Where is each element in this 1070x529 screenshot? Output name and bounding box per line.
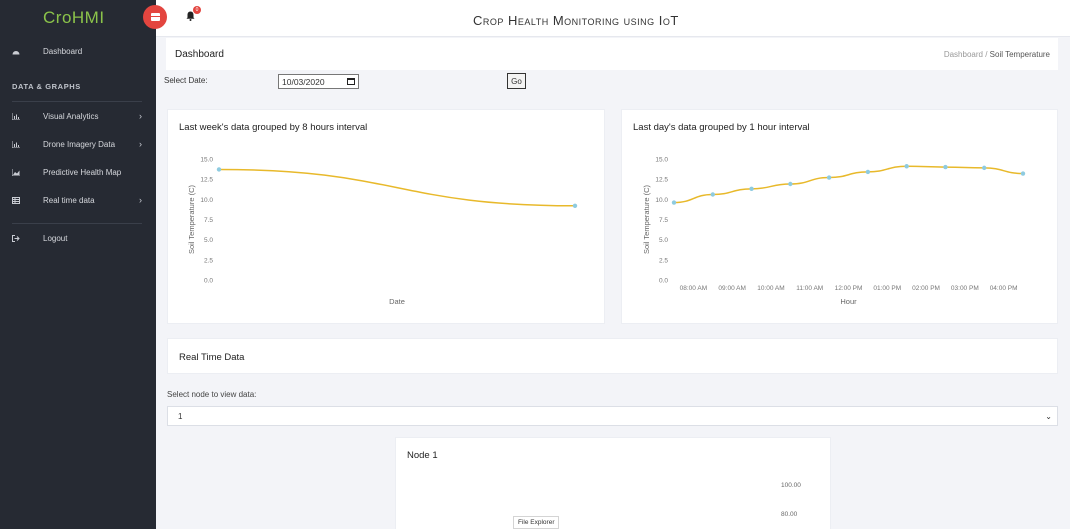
calendar-icon[interactable]: [347, 78, 355, 85]
y-tick-label: 10.0: [655, 197, 668, 204]
x-tick-label: 08:00 AM: [680, 285, 707, 292]
chevron-right-icon: ›: [139, 111, 142, 121]
data-point: [982, 165, 987, 171]
sidebar-item-label: Predictive Health Map: [43, 167, 122, 177]
data-point: [943, 164, 948, 170]
app-title: Crop Health Monitoring using IoT: [473, 13, 679, 28]
dashboard-icon: [0, 48, 30, 55]
series-line: [218, 168, 576, 207]
y-tick-label: 0.0: [659, 278, 668, 285]
chevron-down-icon: ⌄: [1045, 412, 1052, 421]
y-tick-label: 5.0: [659, 237, 668, 244]
logout-icon: [0, 234, 30, 242]
x-tick-label: 03:00 PM: [951, 285, 979, 292]
real-time-data-title: Real Time Data: [179, 352, 245, 363]
page-title: Dashboard: [175, 49, 224, 60]
date-value: 10/03/2020: [282, 76, 325, 87]
node-select[interactable]: 1 ⌄: [167, 406, 1058, 426]
sidebar-item-label: Real time data: [43, 195, 95, 205]
data-point: [865, 169, 871, 175]
data-point: [826, 175, 832, 180]
data-point: [710, 192, 715, 197]
daily-chart-card: Last day's data grouped by 1 hour interv…: [621, 109, 1058, 324]
x-tick-label: 01:00 PM: [873, 285, 901, 292]
x-axis-label: Date: [389, 297, 405, 306]
date-input[interactable]: 10/03/2020: [278, 74, 359, 89]
y-axis-label: Soil Temperature (C): [187, 184, 196, 254]
y-tick-label: 10.0: [200, 197, 213, 204]
data-point: [904, 164, 909, 169]
data-point: [749, 186, 754, 192]
chart-icon: [0, 140, 30, 148]
brand-logo: CroHMI: [43, 7, 105, 27]
go-button[interactable]: Go: [507, 73, 526, 89]
real-time-data-card: Real Time Data: [167, 338, 1058, 374]
sidebar-section-heading: DATA & GRAPHS: [12, 82, 81, 91]
y-tick-label: 12.5: [200, 177, 213, 184]
y-tick-label: 5.0: [204, 237, 213, 244]
data-point: [788, 181, 793, 187]
sidebar-item-visual-analytics[interactable]: Visual Analytics ›: [0, 108, 142, 124]
sidebar-divider: [12, 101, 142, 102]
x-tick-label: 10:00 AM: [757, 285, 784, 292]
breadcrumb-current: Soil Temperature: [989, 50, 1050, 59]
node-title: Node 1: [407, 450, 438, 461]
data-point: [671, 200, 677, 205]
node-select-label: Select node to view data:: [167, 390, 257, 399]
page-header: Dashboard Dashboard / Soil Temperature: [166, 38, 1058, 70]
select-date-label: Select Date:: [164, 76, 208, 85]
y-tick-label: 15.0: [655, 157, 668, 164]
y-tick-label: 2.5: [659, 257, 668, 264]
weekly-chart-card: Last week's data grouped by 8 hours inte…: [167, 109, 605, 324]
chevron-right-icon: ›: [139, 139, 142, 149]
x-axis-label: Hour: [840, 297, 857, 306]
chart-icon: [0, 112, 30, 120]
y-tick-label: 15.0: [200, 157, 213, 164]
chevron-right-icon: ›: [139, 195, 142, 205]
breadcrumb-separator: /: [985, 50, 988, 59]
x-tick-label: 04:00 PM: [990, 285, 1018, 292]
sidebar-item-label: Dashboard: [43, 46, 83, 56]
table-icon: [0, 196, 30, 204]
node-chart-card: Node 1 100.00 80.00: [395, 437, 831, 529]
data-point: [572, 203, 578, 208]
x-tick-label: 02:00 PM: [912, 285, 940, 292]
file-explorer-tooltip: File Explorer: [513, 516, 560, 529]
weekly-soil-temperature-chart: 15.0 12.5 10.0 7.5 5.0 2.5 0.0 Soil Temperature…: [187, 157, 578, 306]
menu-toggle-button[interactable]: [143, 5, 167, 29]
notification-count-badge: 0: [193, 6, 201, 14]
breadcrumb: Dashboard / Soil Temperature: [944, 50, 1050, 59]
menu-icon: [150, 13, 160, 21]
sidebar-item-predictive-health-map[interactable]: Predictive Health Map: [0, 164, 142, 180]
x-tick-label: 11:00 AM: [796, 285, 823, 292]
x-tick-label: 12:00 PM: [835, 285, 863, 292]
x-tick-label: 09:00 AM: [718, 285, 745, 292]
y-tick-label: 0.0: [204, 278, 213, 285]
y-axis-label: Soil Temperature (C): [642, 184, 651, 254]
sidebar-item-drone-imagery-data[interactable]: Drone Imagery Data ›: [0, 136, 142, 152]
y-tick-label: 2.5: [204, 257, 213, 264]
sidebar-item-label: Visual Analytics: [43, 111, 99, 121]
sidebar-divider: [12, 223, 142, 224]
y-tick-label: 12.5: [655, 177, 668, 184]
y-tick-label: 100.00: [781, 482, 801, 489]
area-chart-icon: [0, 168, 30, 176]
y-tick-label: 80.00: [781, 511, 798, 518]
breadcrumb-item[interactable]: Dashboard: [944, 50, 983, 59]
y-tick-label: 7.5: [659, 217, 668, 224]
data-point: [1020, 171, 1026, 176]
y-tick-label: 7.5: [204, 217, 213, 224]
sidebar-item-dashboard[interactable]: Dashboard: [0, 43, 142, 59]
daily-soil-temperature-chart: 15.0 12.5 10.0 7.5 5.0 2.5 0.0 Soil Temperature…: [642, 157, 1026, 306]
data-point: [216, 167, 222, 172]
sidebar-item-label: Logout: [43, 233, 68, 243]
sidebar-item-logout[interactable]: Logout: [0, 230, 142, 246]
sidebar-item-label: Drone Imagery Data: [43, 139, 116, 149]
series-line: [673, 165, 1024, 204]
node-select-value: 1: [178, 411, 183, 421]
sidebar-item-real-time-data[interactable]: Real time data ›: [0, 192, 142, 208]
sidebar: CroHMI Dashboard DATA & GRAPHS Visual An…: [0, 0, 156, 529]
